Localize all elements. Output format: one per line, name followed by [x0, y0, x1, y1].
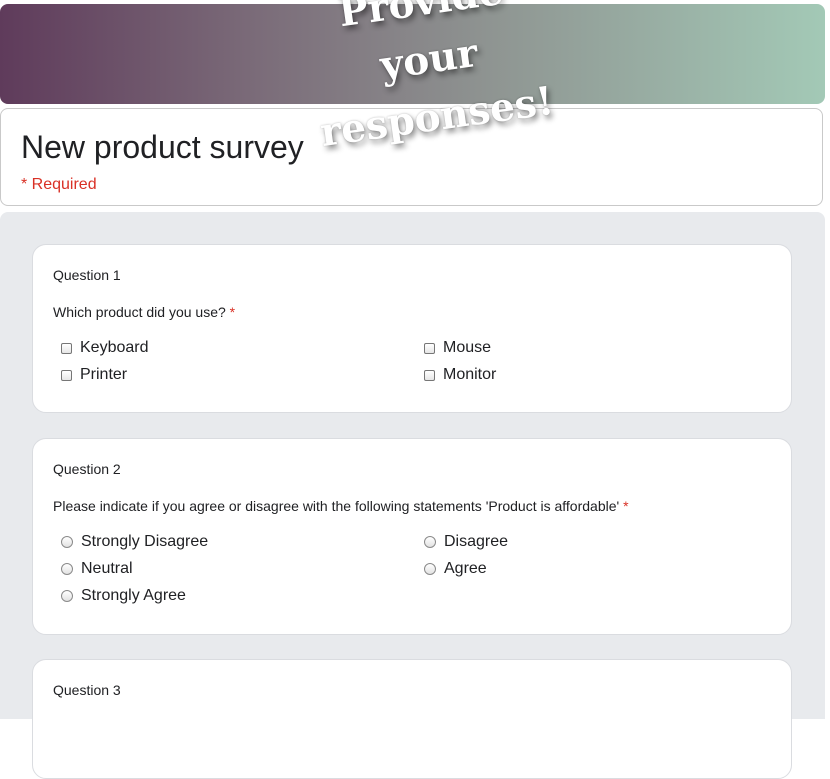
- option-agree[interactable]: Agree: [424, 559, 487, 579]
- header-banner: Provide your responses!: [0, 0, 825, 156]
- option-label: Strongly Disagree: [81, 533, 209, 550]
- option-neutral[interactable]: Neutral: [61, 559, 133, 579]
- radio-button[interactable]: [61, 590, 73, 602]
- question-text-label: Please indicate if you agree or disagree…: [53, 498, 620, 514]
- survey-area: Question 1 Which product did you use? * …: [0, 212, 825, 779]
- checkbox[interactable]: [61, 342, 72, 354]
- question-text: Which product did you use? *: [53, 304, 235, 320]
- page-title: New product survey: [21, 129, 304, 165]
- option-label: Printer: [80, 366, 128, 383]
- option-label: Agree: [444, 560, 487, 577]
- required-note: * Required: [21, 176, 97, 193]
- checkbox[interactable]: [61, 369, 72, 381]
- option-monitor[interactable]: Monitor: [424, 365, 496, 385]
- option-keyboard[interactable]: Keyboard: [61, 338, 149, 358]
- option-label: Strongly Agree: [81, 587, 186, 604]
- radio-button[interactable]: [424, 536, 436, 548]
- radio-button[interactable]: [424, 563, 436, 575]
- question-card-2: Question 2 Please indicate if you agree …: [32, 438, 792, 635]
- question-card-1: Question 1 Which product did you use? * …: [32, 244, 792, 413]
- option-strongly-agree[interactable]: Strongly Agree: [61, 586, 186, 606]
- question-text: Please indicate if you agree or disagree…: [53, 498, 629, 514]
- question-card-3: Question 3: [32, 659, 792, 779]
- option-label: Monitor: [443, 366, 497, 383]
- option-disagree[interactable]: Disagree: [424, 532, 508, 552]
- checkbox[interactable]: [424, 369, 435, 381]
- option-mouse[interactable]: Mouse: [424, 338, 491, 358]
- required-asterisk: *: [229, 304, 236, 320]
- question-text-label: Which product did you use?: [53, 304, 226, 320]
- required-asterisk: *: [623, 498, 629, 514]
- option-strongly-disagree[interactable]: Strongly Disagree: [61, 532, 208, 552]
- option-label: Mouse: [443, 339, 492, 356]
- question-number: Question 1: [53, 267, 121, 283]
- option-printer[interactable]: Printer: [61, 365, 127, 385]
- checkbox[interactable]: [424, 342, 435, 354]
- option-label: Keyboard: [80, 339, 149, 356]
- question-number: Question 2: [53, 461, 121, 477]
- option-label: Neutral: [81, 560, 133, 577]
- radio-button[interactable]: [61, 563, 73, 575]
- question-number: Question 3: [53, 682, 121, 698]
- option-label: Disagree: [444, 533, 509, 550]
- radio-button[interactable]: [61, 536, 73, 548]
